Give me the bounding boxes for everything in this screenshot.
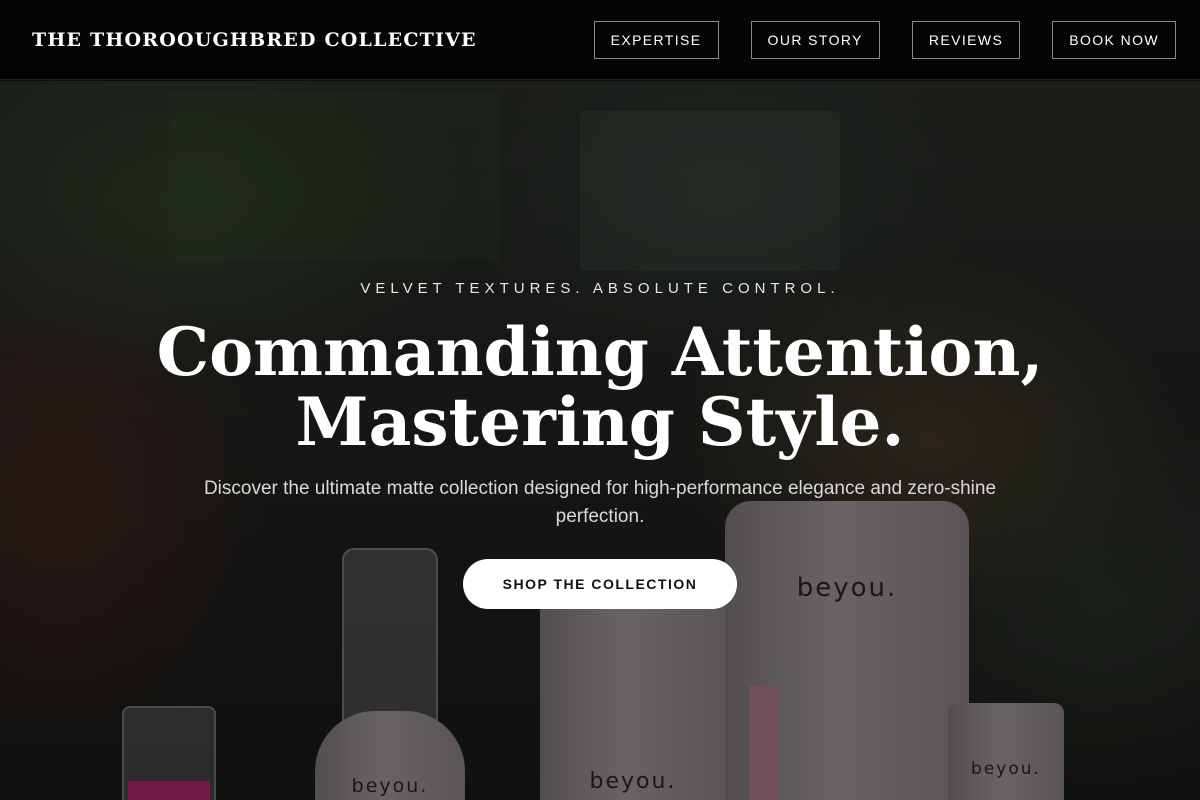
shop-collection-button[interactable]: SHOP THE COLLECTION (462, 559, 738, 609)
hero-headline-line-1: Commanding Attention, (156, 313, 1044, 391)
hero-section: beyou. beyou. beyou. beyou. VELVET TEXTU… (0, 81, 1200, 800)
hero-kicker: VELVET TEXTURES. ABSOLUTE CONTROL. (360, 280, 840, 297)
nav-expertise[interactable]: EXPERTISE (593, 20, 719, 59)
hero-subtitle: Discover the ultimate matte collection d… (203, 478, 997, 527)
hero-headline: Commanding Attention, Mastering Style. (150, 317, 1050, 457)
nav-reviews[interactable]: REVIEWS (911, 20, 1021, 59)
site-header: THE THOROOUGHBRED COLLECTIVE EXPERTISE O… (0, 0, 1200, 80)
main-nav: EXPERTISE OUR STORY REVIEWS BOOK NOW (593, 20, 1176, 59)
hero-content: VELVET TEXTURES. ABSOLUTE CONTROL. Comma… (0, 81, 1200, 800)
brand-logo[interactable]: THE THOROOUGHBRED COLLECTIVE (32, 29, 477, 51)
hero-headline-line-2: Mastering Style. (295, 383, 905, 461)
nav-book-now[interactable]: BOOK NOW (1052, 20, 1176, 59)
nav-our-story[interactable]: OUR STORY (750, 20, 880, 59)
